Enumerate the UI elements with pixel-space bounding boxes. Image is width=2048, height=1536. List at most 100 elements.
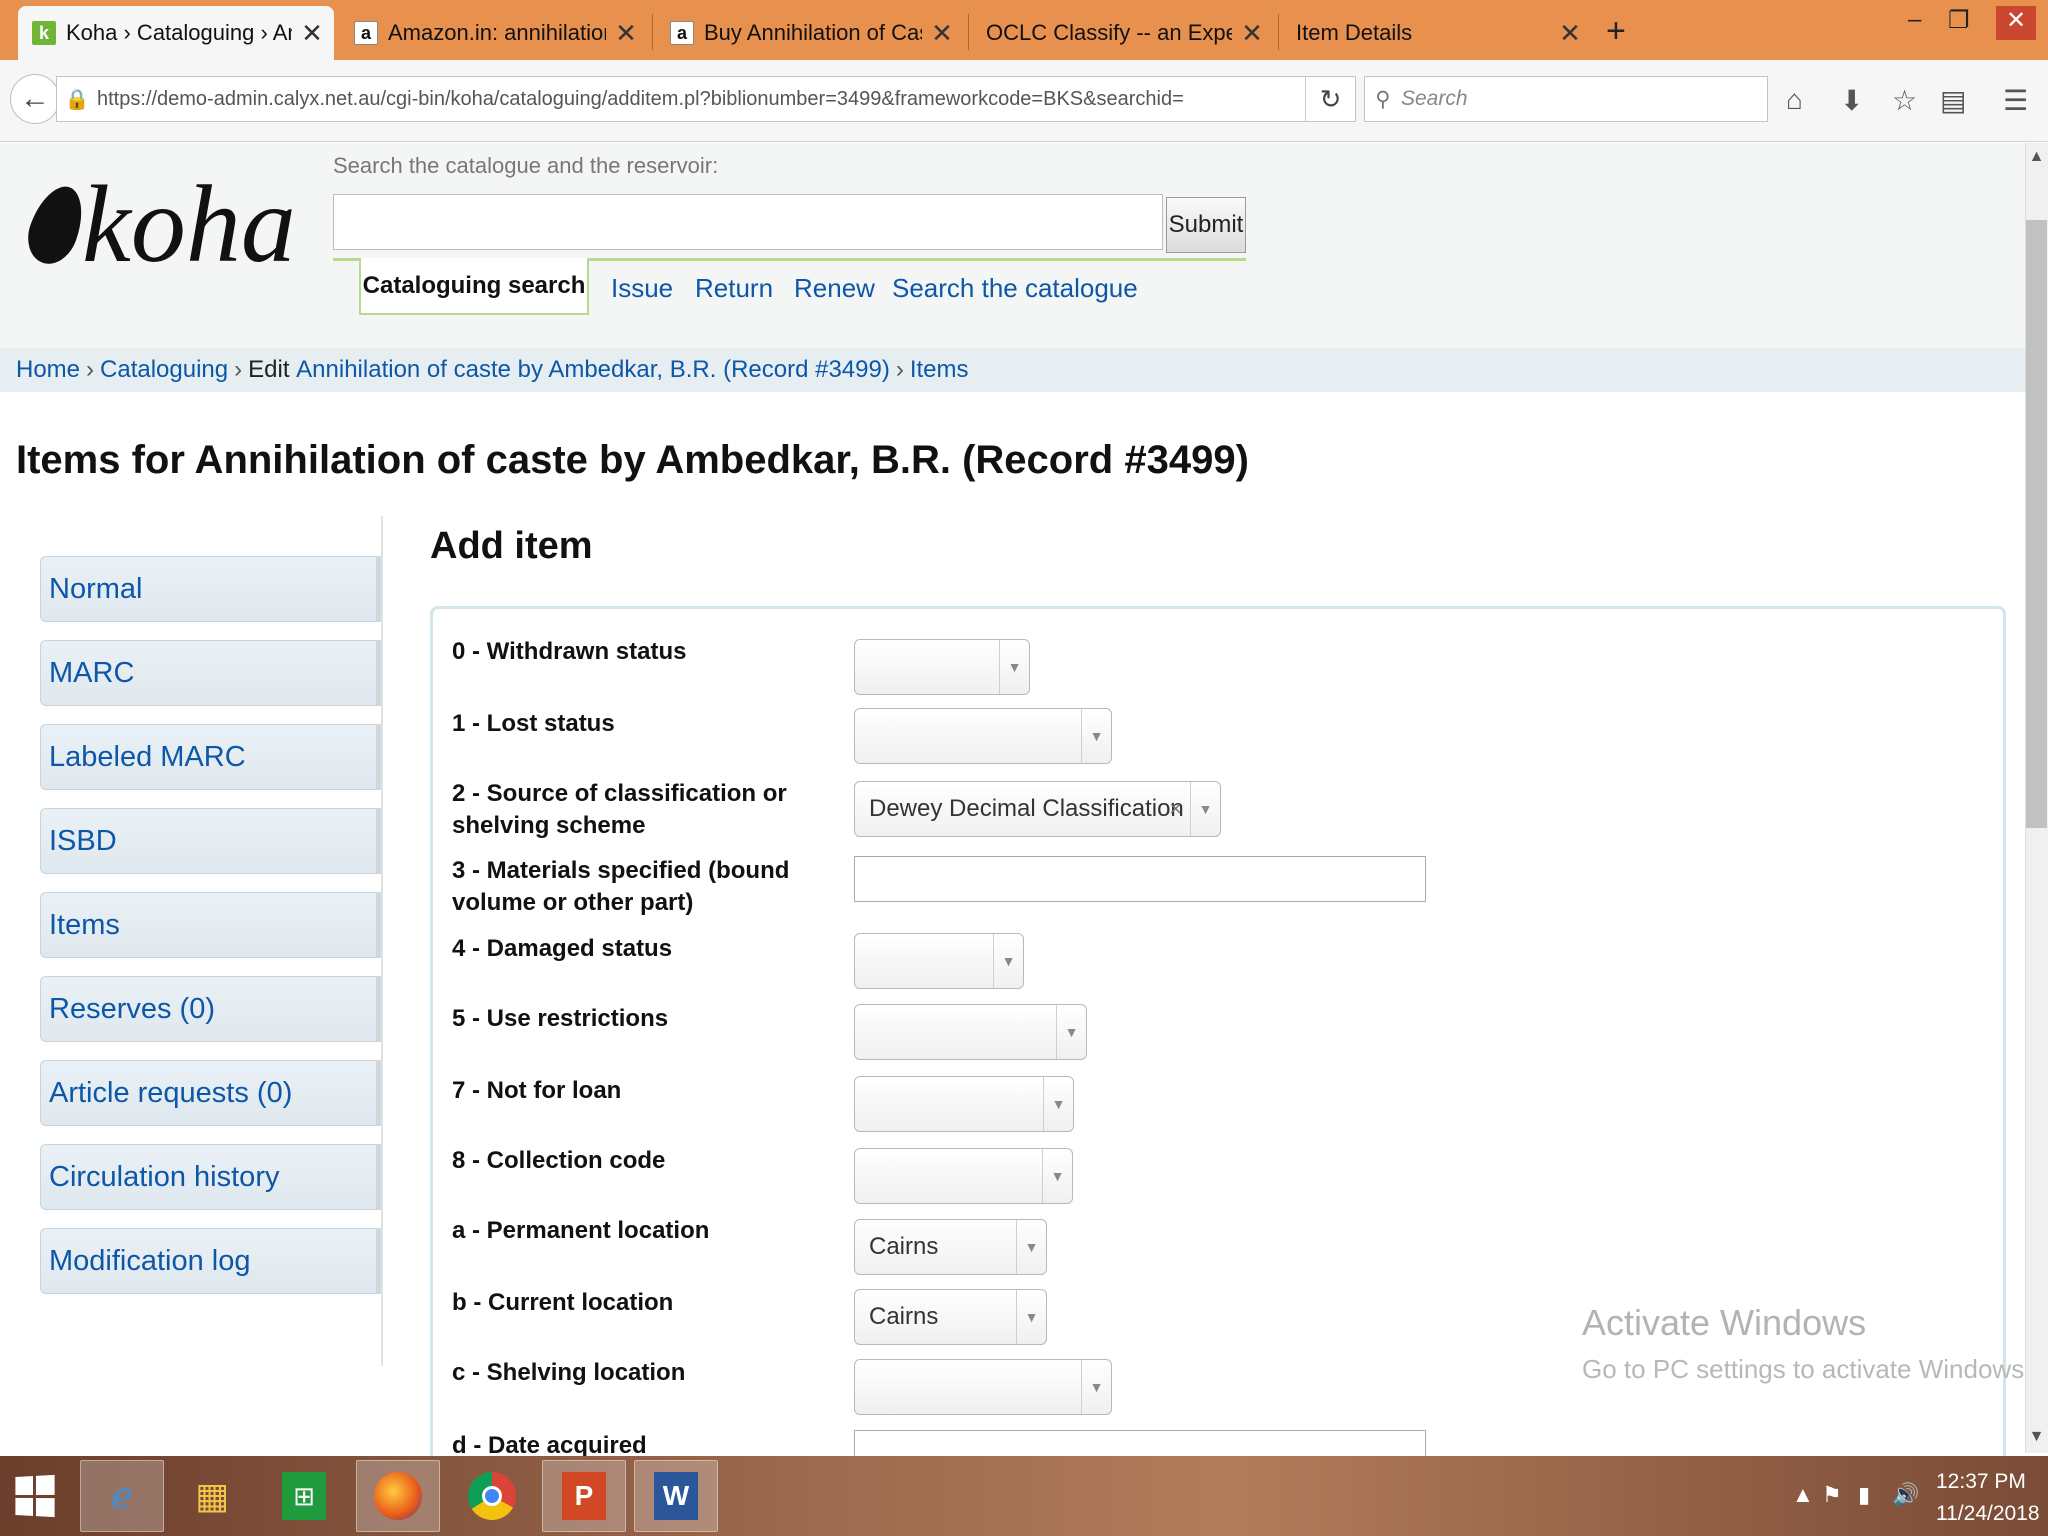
withdrawn-status-select[interactable]: ▼ [854,639,1030,695]
scroll-up-icon[interactable]: ▲ [2026,148,2047,166]
tab-search-the-catalogue[interactable]: Search the catalogue [892,273,1138,304]
current-location-select[interactable]: Cairns ▼ [854,1289,1047,1345]
submit-button[interactable]: Submit [1166,197,1246,253]
close-window-icon[interactable]: ✕ [1996,6,2036,40]
page-scrollbar-thumb[interactable] [2026,220,2047,828]
browser-tab-oclc[interactable]: OCLC Classify -- an Experimen... ✕ [972,6,1274,60]
firefox-icon[interactable] [356,1460,440,1532]
internet-explorer-icon[interactable]: ℯ [80,1460,164,1532]
left-menu-modification-log[interactable]: Modification log [40,1228,382,1294]
windows-start-icon[interactable] [15,1474,55,1518]
close-tab-icon[interactable]: ✕ [1240,18,1264,49]
left-menu-reserves[interactable]: Reserves (0) [40,976,382,1042]
tab-cataloguing-search[interactable]: Cataloguing search [359,258,589,315]
download-icon[interactable]: ⬇ [1840,84,1863,117]
left-menu-marc[interactable]: MARC [40,640,382,706]
clock-time[interactable]: 12:37 PM [1936,1470,2026,1494]
tab-renew[interactable]: Renew [794,273,875,304]
tab-title: Buy Annihilation of Caste:... [704,20,922,45]
home-icon[interactable]: ⌂ [1786,84,1803,116]
browser-tab-koha[interactable]: k Koha › Cataloguing › Anni... ✕ [18,6,334,60]
left-menu-isbd[interactable]: ISBD [40,808,382,874]
breadcrumb-cataloguing[interactable]: Cataloguing [100,356,228,384]
file-explorer-icon[interactable]: ▦ [170,1460,254,1532]
browser-tab-item-details[interactable]: Item Details ✕ [1282,6,1592,60]
close-tab-icon[interactable]: ✕ [930,18,954,49]
word-icon[interactable]: W [634,1460,718,1532]
lost-status-select[interactable]: ▼ [854,708,1112,764]
clear-selection-icon[interactable]: × [1169,796,1182,822]
left-menu-labeled-marc[interactable]: Labeled MARC [40,724,382,790]
left-menu-normal[interactable]: Normal [40,556,382,622]
store-icon[interactable]: ⊞ [262,1460,346,1532]
select-value: Cairns [869,1303,939,1330]
date-acquired-input[interactable] [854,1430,1426,1456]
new-tab-icon[interactable]: + [1606,12,1626,51]
url-text[interactable]: https://demo-admin.calyx.net.au/cgi-bin/… [97,88,1305,111]
koha-favicon-icon: k [32,21,56,45]
select-value: Dewey Decimal Classification [869,795,1184,822]
address-bar[interactable]: 🔒 https://demo-admin.calyx.net.au/cgi-bi… [56,76,1356,122]
tab-issue[interactable]: Issue [611,273,673,304]
amazon-favicon-icon: a [354,21,378,45]
page-title: Items for Annihilation of caste by Ambed… [16,438,1249,482]
classification-source-select[interactable]: Dewey Decimal Classification × ▼ [854,781,1221,837]
back-arrow-icon[interactable]: ← [10,74,60,124]
activate-windows-hint: Go to PC settings to activate Windows. [1582,1354,2032,1384]
breadcrumb-record[interactable]: Annihilation of caste by Ambedkar, B.R. … [296,356,890,384]
battery-icon[interactable]: ▮ [1858,1482,1870,1508]
tab-separator [1278,14,1279,50]
activate-windows-watermark: Activate Windows [1582,1302,1867,1343]
tab-separator [968,14,969,50]
menu-hamburger-icon[interactable]: ☰ [2003,84,2028,117]
reading-list-icon[interactable]: ▤ [1940,84,1966,117]
field-label-materials-specified: 3 - Materials specified (bound volume or… [452,857,790,916]
tab-title: Amazon.in: annihilation o... [388,20,606,45]
left-menu-article-requests[interactable]: Article requests (0) [40,1060,382,1126]
close-tab-icon[interactable]: ✕ [1558,18,1582,49]
breadcrumb: Home › Cataloguing › Edit Annihilation o… [0,348,2025,392]
add-item-heading: Add item [430,525,593,567]
use-restrictions-select[interactable]: ▼ [854,1004,1087,1060]
powerpoint-icon[interactable]: P [542,1460,626,1532]
lock-icon: 🔒 [64,88,90,111]
windows-taskbar: ℯ ▦ ⊞ P W [0,1456,2048,1536]
permanent-location-select[interactable]: Cairns ▼ [854,1219,1047,1275]
tray-expand-icon[interactable]: ▲ [1792,1482,1814,1508]
chevron-down-icon: ▼ [1056,1005,1086,1059]
volume-icon[interactable]: 🔊 [1892,1482,1919,1508]
tab-return[interactable]: Return [695,273,773,304]
breadcrumb-separator: › [86,356,95,383]
materials-specified-input[interactable] [854,856,1426,902]
catalogue-search-input[interactable] [333,194,1163,250]
close-tab-icon[interactable]: ✕ [300,18,324,49]
bookmark-star-icon[interactable]: ☆ [1892,84,1917,117]
field-label-current-location: b - Current location [452,1289,674,1316]
left-menu-items[interactable]: Items [40,892,382,958]
not-for-loan-select[interactable]: ▼ [854,1076,1074,1132]
action-center-flag-icon[interactable]: ⚑ [1822,1482,1842,1508]
browser-tab-amazon-buy[interactable]: a Buy Annihilation of Caste:... ✕ [656,6,964,60]
clock-date[interactable]: 11/24/2018 [1936,1502,2040,1526]
left-menu-circulation-history[interactable]: Circulation history [40,1144,382,1210]
chevron-down-icon: ▼ [999,640,1029,694]
select-value: Cairns [869,1233,939,1260]
koha-logo[interactable]: koha [19,161,296,288]
chevron-down-icon: ▼ [1016,1290,1046,1344]
chrome-icon[interactable] [450,1460,534,1532]
close-tab-icon[interactable]: ✕ [614,18,638,49]
browser-search-box[interactable]: ⚲ Search [1364,76,1768,122]
breadcrumb-items[interactable]: Items [910,356,969,384]
reload-icon[interactable]: ↻ [1305,77,1355,121]
damaged-status-select[interactable]: ▼ [854,933,1024,989]
tab-title: Koha › Cataloguing › Anni... [66,20,292,45]
field-label-use-restrictions: 5 - Use restrictions [452,1005,669,1032]
minimize-window-icon[interactable]: – [1908,6,1921,34]
restore-window-icon[interactable]: ❐ [1948,6,1970,35]
scroll-down-icon[interactable]: ▼ [2026,1428,2047,1446]
browser-tab-amazon-search[interactable]: a Amazon.in: annihilation o... ✕ [340,6,648,60]
field-label-shelving-location: c - Shelving location [452,1359,686,1386]
shelving-location-select[interactable]: ▼ [854,1359,1112,1415]
collection-code-select[interactable]: ▼ [854,1148,1073,1204]
breadcrumb-home[interactable]: Home [16,356,80,384]
